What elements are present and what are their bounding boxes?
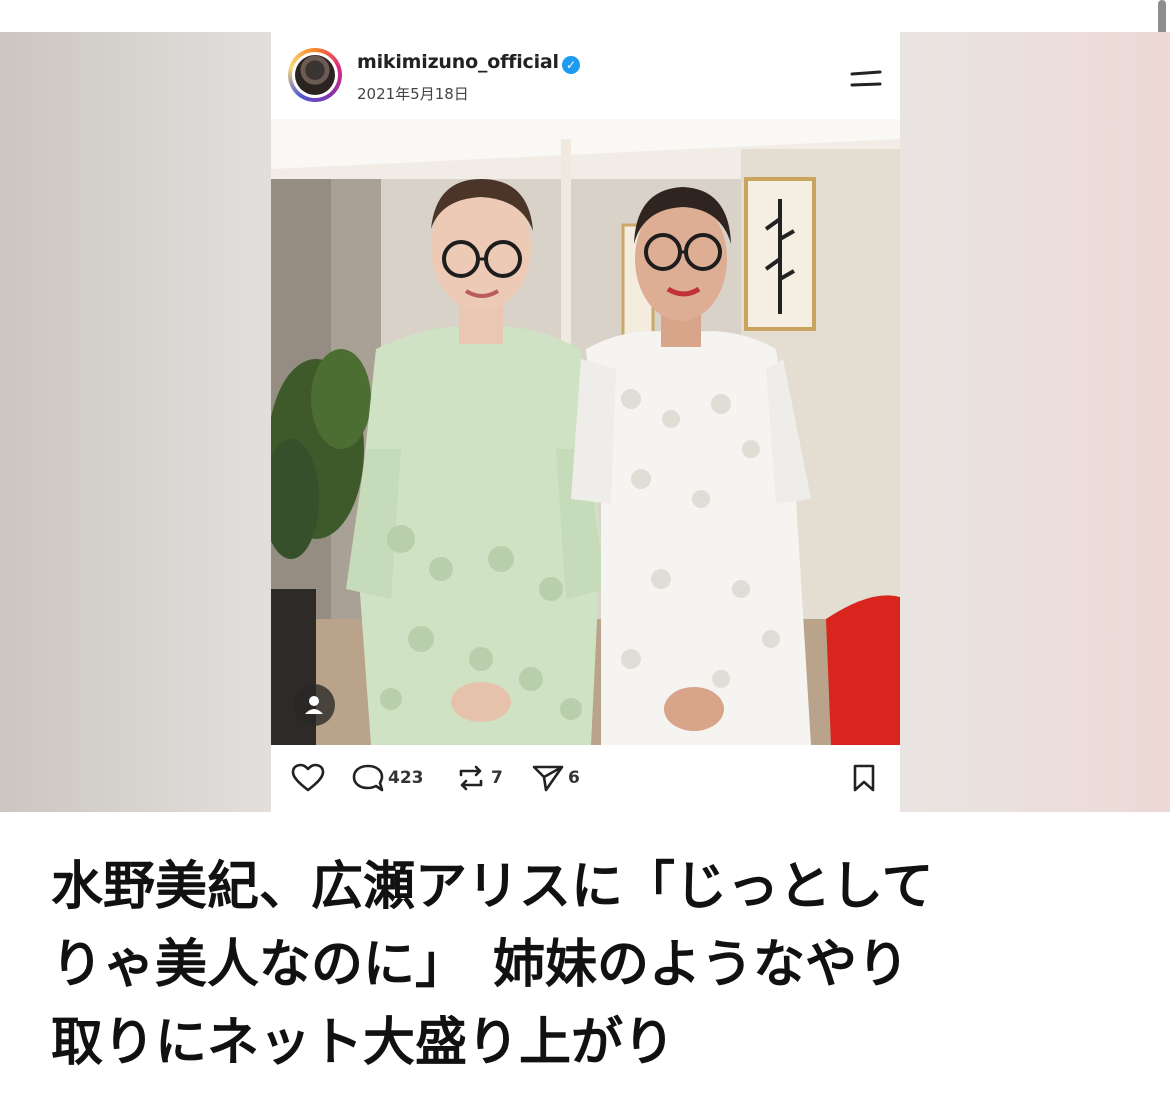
comment-button[interactable]: 423 — [351, 763, 424, 793]
repost-count: 7 — [491, 768, 503, 788]
heart-icon — [291, 763, 325, 792]
top-strip — [0, 0, 1170, 32]
like-button[interactable] — [291, 763, 325, 793]
post-photo — [271, 119, 900, 745]
headline-line-2: りゃ美人なのに」 姉妹のようなやり — [51, 935, 910, 995]
hero-image: mikimizuno_official ✓ 2021年5月18日 423 7 6 — [0, 32, 1170, 812]
verified-badge-icon: ✓ — [562, 56, 580, 74]
photo-illustration — [271, 119, 900, 745]
share-count: 6 — [568, 768, 580, 788]
bookmark-icon — [853, 764, 875, 792]
person-tag-icon[interactable] — [293, 684, 335, 726]
headline-line-3: 取りにネット大盛り上がり — [51, 1013, 676, 1073]
post-date: 2021年5月18日 — [357, 85, 469, 103]
repost-button[interactable]: 7 — [454, 763, 503, 793]
post-actions: 423 7 6 — [271, 745, 900, 812]
menu-icon[interactable] — [849, 70, 883, 90]
avatar-photo — [295, 55, 335, 95]
headline-line-1: 水野美紀、広瀬アリスに「じっとして — [51, 857, 934, 917]
share-button[interactable]: 6 — [531, 763, 580, 793]
article-headline[interactable]: 水野美紀、広瀬アリスに「じっとして りゃ美人なのに」 姉妹のようなやり 取りにネ… — [51, 848, 1131, 1082]
post-header: mikimizuno_official ✓ 2021年5月18日 — [271, 32, 900, 119]
comment-count: 423 — [388, 768, 424, 788]
repost-icon — [459, 765, 483, 791]
instagram-post-card: mikimizuno_official ✓ 2021年5月18日 423 7 6 — [271, 32, 900, 812]
post-username[interactable]: mikimizuno_official — [357, 51, 559, 73]
save-button[interactable] — [849, 763, 879, 793]
comment-icon — [352, 764, 384, 792]
avatar[interactable] — [288, 48, 342, 102]
send-icon — [532, 765, 564, 792]
